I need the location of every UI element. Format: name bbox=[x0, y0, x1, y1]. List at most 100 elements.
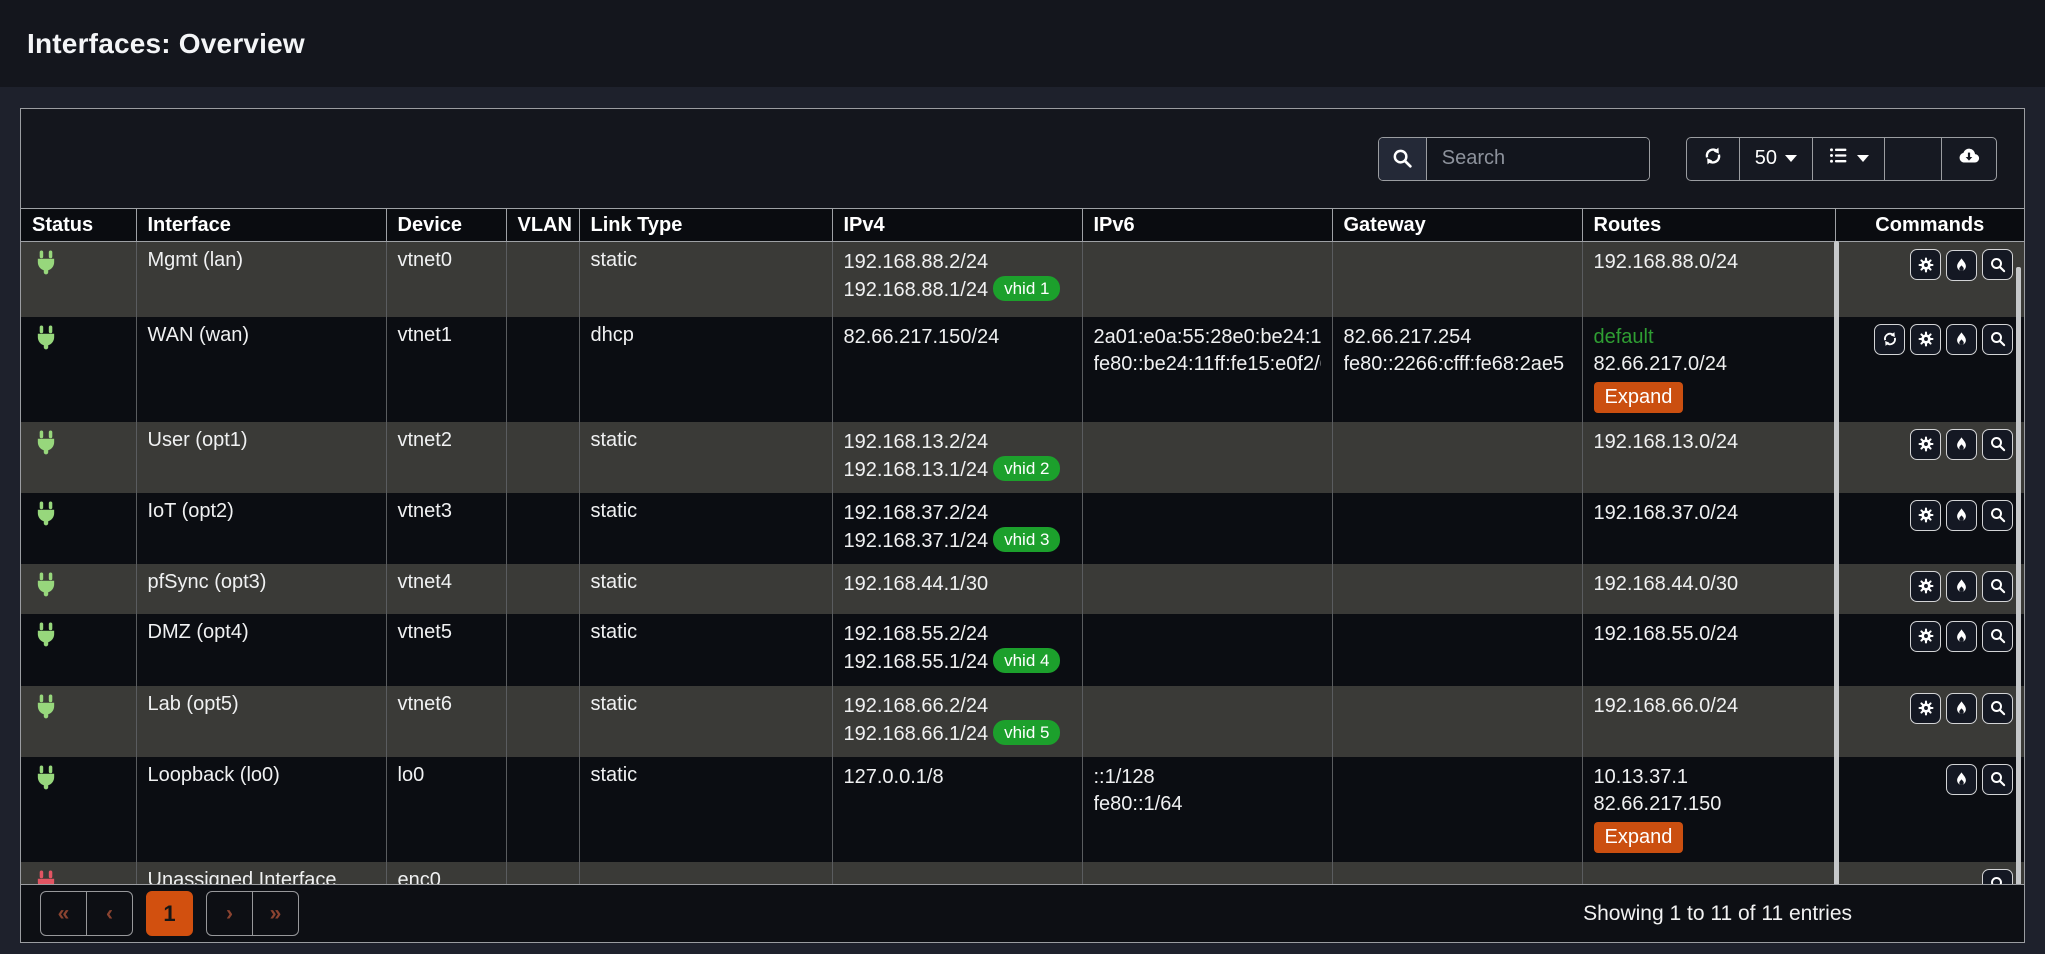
link-type-cell: static bbox=[579, 242, 832, 317]
column-header-status[interactable]: Status bbox=[21, 209, 136, 242]
route-entry: 192.168.44.0/30 bbox=[1594, 571, 1824, 598]
routes-cell: 192.168.44.0/30 bbox=[1582, 564, 1835, 614]
fire-command-button[interactable] bbox=[1946, 693, 1977, 724]
search-command-button[interactable] bbox=[1982, 571, 2013, 602]
status-cell bbox=[21, 686, 136, 757]
last-page-button[interactable]: » bbox=[252, 891, 299, 936]
gateway-cell bbox=[1332, 757, 1582, 862]
search-command-button[interactable] bbox=[1982, 500, 2013, 531]
expand-routes-button[interactable]: Expand bbox=[1594, 822, 1684, 853]
page-1-button[interactable]: 1 bbox=[146, 891, 193, 936]
table-row[interactable]: DMZ (opt4)vtnet5static192.168.55.2/24192… bbox=[21, 614, 2024, 686]
gear-command-button[interactable] bbox=[1910, 324, 1941, 355]
search-command-button[interactable] bbox=[1982, 693, 2013, 724]
route-entry: 82.66.217.150 bbox=[1594, 791, 1824, 818]
table-row[interactable]: Lab (opt5)vtnet6static192.168.66.2/24192… bbox=[21, 686, 2024, 757]
interface-cell: Lab (opt5) bbox=[136, 686, 386, 757]
column-header-ipv6[interactable]: IPv6 bbox=[1082, 209, 1332, 242]
gear-command-button[interactable] bbox=[1910, 500, 1941, 531]
page-size-dropdown[interactable]: 50 bbox=[1739, 137, 1813, 181]
column-selection-dropdown[interactable] bbox=[1812, 137, 1885, 181]
gear-icon bbox=[1917, 627, 1935, 645]
ipv6-cell bbox=[1082, 493, 1332, 564]
refresh-icon bbox=[1702, 145, 1724, 173]
fire-command-button[interactable] bbox=[1946, 571, 1977, 602]
pagination: « ‹ 1 › » bbox=[40, 891, 299, 936]
link-type-cell: static bbox=[579, 493, 832, 564]
search-command-button[interactable] bbox=[1982, 429, 2013, 460]
column-header-vlan[interactable]: VLAN bbox=[506, 209, 579, 242]
page-header: Interfaces: Overview bbox=[0, 0, 2045, 87]
gear-command-button[interactable] bbox=[1910, 621, 1941, 652]
fire-command-button[interactable] bbox=[1946, 250, 1977, 281]
gear-command-button[interactable] bbox=[1910, 571, 1941, 602]
fire-command-button[interactable] bbox=[1946, 429, 1977, 460]
fire-command-button[interactable] bbox=[1946, 764, 1977, 795]
expand-routes-button[interactable]: Expand bbox=[1594, 382, 1684, 413]
export-download-button[interactable] bbox=[1941, 137, 1997, 181]
fire-command-button[interactable] bbox=[1946, 324, 1977, 355]
gear-icon bbox=[1917, 506, 1935, 524]
first-page-button[interactable]: « bbox=[40, 891, 87, 936]
ipv6-address: fe80::be24:11ff:fe15:e0f2/6 bbox=[1094, 351, 1321, 378]
search-input[interactable] bbox=[1427, 138, 1649, 180]
ipv4-address: 192.168.66.1/24vhid 5 bbox=[844, 720, 1071, 748]
link-type-cell: dhcp bbox=[579, 317, 832, 422]
status-cell bbox=[21, 757, 136, 862]
vhid-badge: vhid 3 bbox=[993, 527, 1060, 552]
ipv4-address: 192.168.13.1/24vhid 2 bbox=[844, 456, 1071, 484]
chevron-down-icon bbox=[1857, 155, 1869, 162]
gear-command-button[interactable] bbox=[1910, 429, 1941, 460]
content-area: 50 bbox=[0, 87, 2045, 943]
search-command-button[interactable] bbox=[1982, 249, 2013, 280]
ipv4-cell: 127.0.0.1/8 bbox=[832, 757, 1082, 862]
commands-cell bbox=[1835, 757, 2024, 862]
plug-up-icon bbox=[32, 511, 60, 533]
table-row[interactable]: User (opt1)vtnet2static192.168.13.2/2419… bbox=[21, 422, 2024, 493]
fire-icon bbox=[1953, 578, 1970, 595]
table-inner-scrollbar[interactable] bbox=[1834, 241, 1839, 886]
table-row[interactable]: pfSync (opt3)vtnet4static192.168.44.1/30… bbox=[21, 564, 2024, 614]
column-header-gateway[interactable]: Gateway bbox=[1332, 209, 1582, 242]
ipv4-cell: 82.66.217.150/24 bbox=[832, 317, 1082, 422]
routes-cell: default82.66.217.0/24Expand bbox=[1582, 317, 1835, 422]
column-header-device[interactable]: Device bbox=[386, 209, 506, 242]
column-header-interface[interactable]: Interface bbox=[136, 209, 386, 242]
table-right-scrollbar[interactable] bbox=[2016, 267, 2021, 886]
ipv4-address: 192.168.55.1/24vhid 4 bbox=[844, 648, 1071, 676]
next-page-button[interactable]: › bbox=[206, 891, 253, 936]
ipv6-address: fe80::1/64 bbox=[1094, 791, 1321, 818]
table-row[interactable]: WAN (wan)vtnet1dhcp82.66.217.150/242a01:… bbox=[21, 317, 2024, 422]
commands-cell bbox=[1835, 317, 2024, 422]
commands-cell bbox=[1835, 422, 2024, 493]
column-header-ipv4[interactable]: IPv4 bbox=[832, 209, 1082, 242]
gear-command-button[interactable] bbox=[1910, 693, 1941, 724]
fire-command-button[interactable] bbox=[1946, 500, 1977, 531]
search-command-button[interactable] bbox=[1982, 621, 2013, 652]
column-header-commands[interactable]: Commands bbox=[1835, 209, 2024, 242]
search-command-button[interactable] bbox=[1982, 324, 2013, 355]
refresh-button[interactable] bbox=[1686, 137, 1740, 181]
column-header-link-type[interactable]: Link Type bbox=[579, 209, 832, 242]
gateway-address: 82.66.217.254 bbox=[1344, 324, 1571, 351]
ipv6-cell bbox=[1082, 564, 1332, 614]
device-cell: vtnet5 bbox=[386, 614, 506, 686]
previous-page-button[interactable]: ‹ bbox=[86, 891, 133, 936]
table-row[interactable]: Mgmt (lan)vtnet0static192.168.88.2/24192… bbox=[21, 242, 2024, 317]
empty-toolbar-button[interactable] bbox=[1884, 137, 1942, 181]
device-cell: lo0 bbox=[386, 757, 506, 862]
device-cell: vtnet4 bbox=[386, 564, 506, 614]
fire-command-button[interactable] bbox=[1946, 621, 1977, 652]
refresh-command-button[interactable] bbox=[1874, 324, 1905, 355]
table-row[interactable]: IoT (opt2)vtnet3static192.168.37.2/24192… bbox=[21, 493, 2024, 564]
fire-icon bbox=[1953, 771, 1970, 788]
table-row[interactable]: Loopback (lo0)lo0static127.0.0.1/8::1/12… bbox=[21, 757, 2024, 862]
ipv4-address: 192.168.13.2/24 bbox=[844, 429, 1071, 456]
list-icon bbox=[1828, 145, 1849, 172]
search-icon bbox=[1989, 627, 2007, 645]
gear-command-button[interactable] bbox=[1910, 249, 1941, 280]
ipv4-cell: 192.168.66.2/24192.168.66.1/24vhid 5 bbox=[832, 686, 1082, 757]
commands-cell bbox=[1835, 686, 2024, 757]
search-command-button[interactable] bbox=[1982, 764, 2013, 795]
column-header-routes[interactable]: Routes bbox=[1582, 209, 1835, 242]
